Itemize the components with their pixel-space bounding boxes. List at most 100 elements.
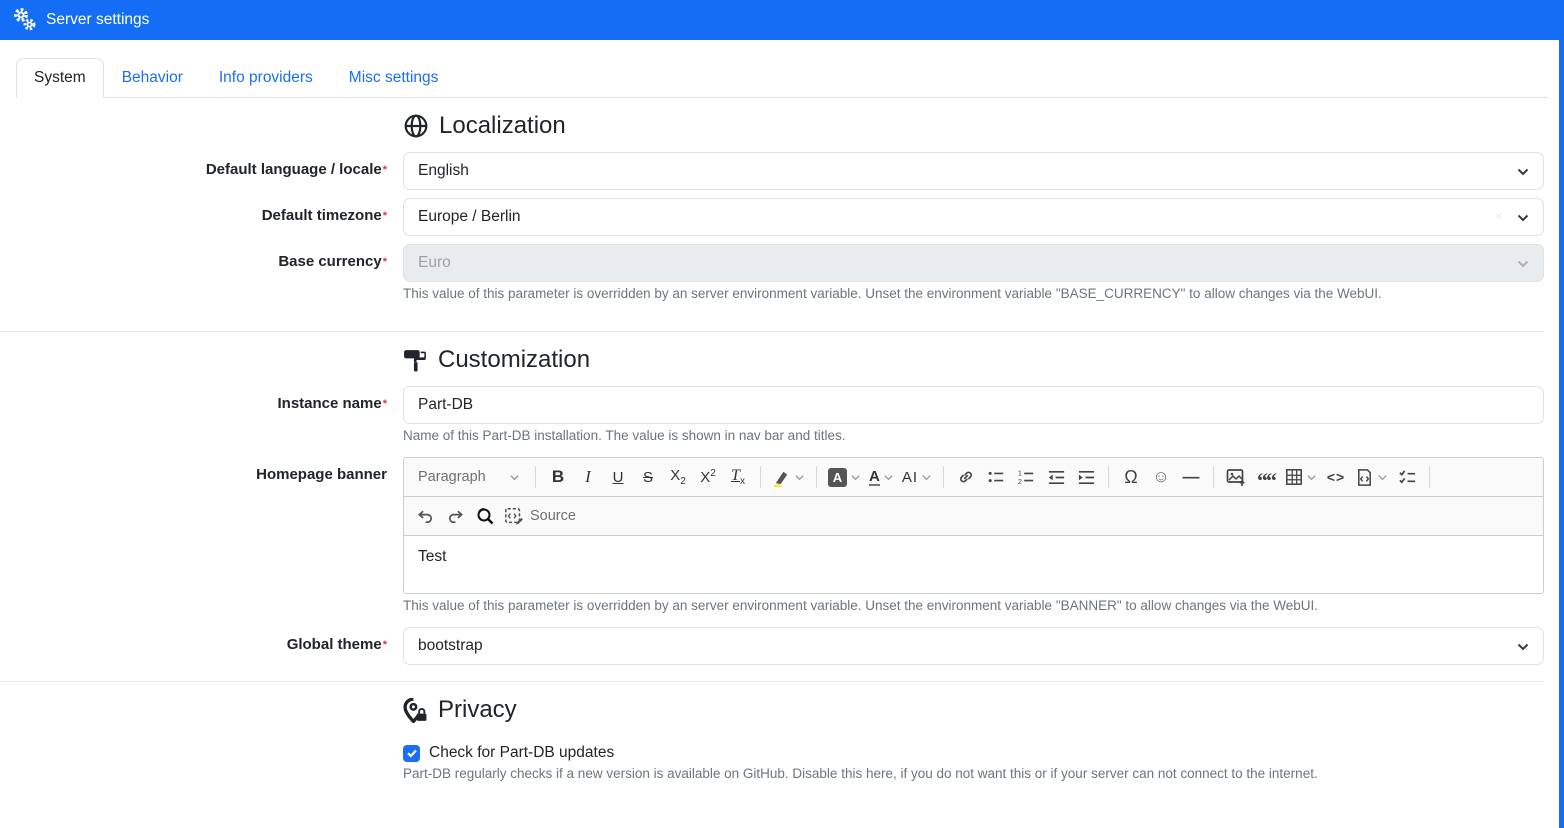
global-theme-select[interactable]: bootstrap — [403, 627, 1544, 665]
subscript-button[interactable]: X2 — [663, 462, 693, 492]
link-icon — [957, 468, 975, 486]
update-check-label[interactable]: Check for Part-DB updates — [429, 744, 614, 762]
font-color-button[interactable]: A — [865, 462, 898, 492]
section-privacy-header: Privacy — [0, 682, 1544, 736]
default-timezone-label: Default timezone — [262, 207, 382, 224]
indent-button[interactable] — [1071, 462, 1101, 492]
field-default-language: Default language / locale* English — [0, 152, 1544, 198]
instance-name-help: Name of this Part-DB installation. The v… — [403, 428, 1544, 443]
insert-image-icon — [1226, 467, 1246, 487]
field-default-timezone: Default timezone* Europe / Berlin × — [0, 198, 1544, 244]
scrollbar[interactable] — [1559, 0, 1564, 828]
code-block-icon — [1355, 468, 1374, 487]
heading-dropdown[interactable]: Paragraph — [410, 462, 528, 492]
chevron-down-icon — [1516, 211, 1530, 225]
block-quote-icon: ““ — [1257, 468, 1275, 486]
instance-name-input[interactable] — [403, 386, 1544, 424]
rich-text-editor: Paragraph B I U S X2 X2 Tx — [403, 457, 1544, 594]
chevron-down-icon — [509, 472, 520, 483]
remove-format-button[interactable]: Tx — [723, 462, 753, 492]
update-check-help: Part-DB regularly checks if a new versio… — [403, 766, 1544, 781]
source-button[interactable]: Source — [500, 501, 580, 531]
required-mark: * — [383, 164, 387, 176]
insert-image-button[interactable] — [1221, 462, 1251, 492]
update-check-checkbox[interactable] — [403, 745, 420, 762]
page-title: Server settings — [46, 11, 149, 29]
editor-content-area[interactable]: Test — [404, 536, 1543, 593]
default-timezone-select[interactable]: Europe / Berlin × — [403, 198, 1544, 236]
required-mark: * — [383, 639, 387, 651]
undo-icon — [416, 507, 435, 526]
smiley-icon: ☺ — [1152, 467, 1169, 487]
find-replace-icon — [475, 506, 495, 526]
font-size-icon: AI — [902, 469, 918, 486]
code-button[interactable]: <> — [1321, 462, 1351, 492]
global-theme-label: Global theme — [287, 636, 382, 653]
chevron-down-icon — [1306, 472, 1317, 483]
block-quote-button[interactable]: ““ — [1251, 462, 1281, 492]
globe-icon — [403, 113, 429, 139]
chevron-down-icon — [850, 472, 861, 483]
font-background-color-button[interactable]: A — [824, 462, 865, 492]
required-mark: * — [383, 398, 387, 410]
base-currency-select: Euro — [403, 244, 1544, 282]
find-and-replace-button[interactable] — [470, 501, 500, 531]
homepage-banner-help: This value of this parameter is overridd… — [403, 598, 1544, 613]
outdent-icon — [1047, 468, 1066, 487]
highlight-button[interactable] — [768, 462, 809, 492]
section-title-customization: Customization — [438, 346, 590, 374]
insert-table-button[interactable] — [1281, 462, 1321, 492]
horizontal-line-icon: — — [1183, 467, 1200, 487]
section-title-privacy: Privacy — [438, 696, 517, 724]
table-icon — [1285, 468, 1303, 486]
special-characters-button[interactable]: Ω — [1116, 462, 1146, 492]
tab-system[interactable]: System — [16, 58, 104, 98]
tab-misc-settings[interactable]: Misc settings — [331, 58, 457, 98]
highlight-marker-icon — [772, 468, 791, 487]
chevron-down-icon — [1377, 472, 1388, 483]
field-instance-name: Instance name* Name of this Part-DB inst… — [0, 386, 1544, 457]
omega-icon: Ω — [1124, 467, 1137, 488]
code-block-button[interactable] — [1351, 462, 1392, 492]
default-language-select[interactable]: English — [403, 152, 1544, 190]
chevron-down-icon — [883, 472, 894, 483]
section-customization-header: Customization — [0, 332, 1544, 386]
section-title-localization: Localization — [439, 112, 566, 140]
editor-content-text: Test — [418, 548, 446, 565]
chevron-down-icon — [1516, 257, 1530, 271]
font-color-icon: A — [869, 469, 880, 486]
strikethrough-button[interactable]: S — [633, 462, 663, 492]
numbered-list-icon: 1 2 — [1017, 468, 1035, 486]
bold-button[interactable]: B — [543, 462, 573, 492]
clear-icon[interactable]: × — [1494, 208, 1503, 225]
font-size-button[interactable]: AI — [898, 462, 936, 492]
required-mark: * — [383, 210, 387, 222]
homepage-banner-label: Homepage banner — [256, 466, 387, 483]
tab-behavior[interactable]: Behavior — [104, 58, 201, 98]
redo-button[interactable] — [440, 501, 470, 531]
superscript-button[interactable]: X2 — [693, 462, 723, 492]
italic-button[interactable]: I — [573, 462, 603, 492]
undo-button[interactable] — [410, 501, 440, 531]
base-currency-label: Base currency — [278, 253, 381, 270]
redo-icon — [446, 507, 465, 526]
bulleted-list-icon — [987, 468, 1005, 486]
field-update-check: Check for Part-DB updates Part-DB regula… — [0, 736, 1544, 795]
tab-info-providers[interactable]: Info providers — [201, 58, 331, 98]
link-button[interactable] — [951, 462, 981, 492]
section-localization-header: Localization — [0, 98, 1544, 152]
outdent-button[interactable] — [1041, 462, 1071, 492]
chevron-down-icon — [921, 472, 932, 483]
horizontal-line-button[interactable]: — — [1176, 462, 1206, 492]
chevron-down-icon — [1516, 640, 1530, 654]
gears-icon — [12, 7, 38, 33]
emoji-button[interactable]: ☺ — [1146, 462, 1176, 492]
underline-button[interactable]: U — [603, 462, 633, 492]
bulleted-list-button[interactable] — [981, 462, 1011, 492]
numbered-list-button[interactable]: 1 2 — [1011, 462, 1041, 492]
editor-toolbar-row2: Source — [404, 497, 1543, 536]
default-language-label: Default language / locale — [206, 161, 382, 178]
field-homepage-banner: Homepage banner Paragraph B I U S X2 X2 … — [0, 457, 1544, 627]
font-background-icon: A — [828, 468, 847, 487]
todo-list-button[interactable] — [1392, 462, 1422, 492]
